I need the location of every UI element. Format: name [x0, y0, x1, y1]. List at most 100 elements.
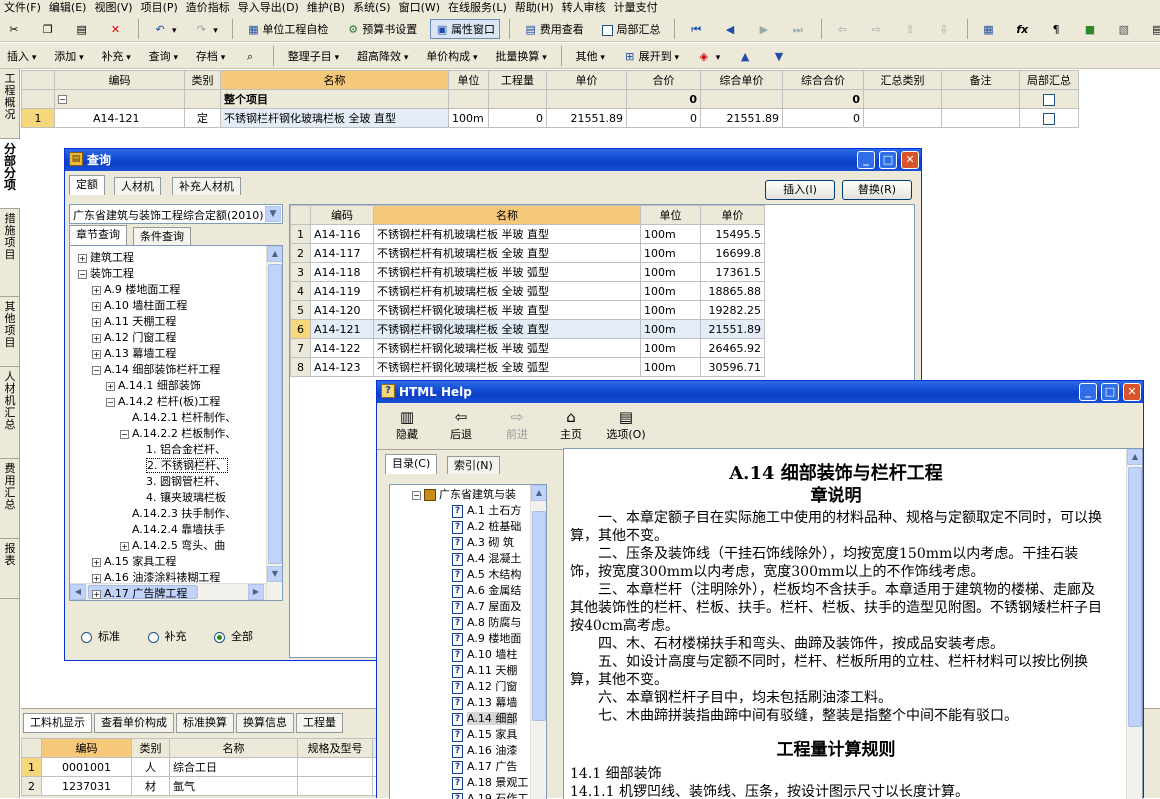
- tab-contents[interactable]: 目录(C): [385, 454, 437, 474]
- tree-node[interactable]: −A.14.2.2 栏板制作、: [120, 426, 236, 442]
- tree-node[interactable]: −装饰工程: [78, 266, 134, 282]
- table-row[interactable]: 1 A14-121 定 不锈钢栏杆钢化玻璃栏板 全玻 直型 100m 0 215…: [22, 109, 1079, 128]
- tree-node[interactable]: +A.14.2.5 弯头、曲: [120, 538, 225, 554]
- toc-item[interactable]: ?A.11 天棚: [452, 663, 532, 679]
- find-button[interactable]: ⌕: [238, 46, 264, 66]
- toc-item[interactable]: ?A.2 桩基础: [452, 519, 532, 535]
- undo-button[interactable]: ↶: [148, 19, 181, 39]
- move-up-button[interactable]: ⇧: [898, 19, 924, 39]
- row-down-button[interactable]: ▼: [767, 46, 793, 66]
- image-button[interactable]: ▧: [1112, 19, 1138, 39]
- help-titlebar[interactable]: ? HTML Help _ □ ✕: [377, 381, 1143, 403]
- batch-convert-menu[interactable]: 批量换算: [490, 46, 551, 66]
- col-comp-price[interactable]: 综合单价: [701, 71, 783, 90]
- expand-to-menu[interactable]: ⊞展开到: [618, 46, 684, 66]
- tree-node[interactable]: +A.12 门窗工程: [92, 330, 176, 346]
- tree-scrollbar[interactable]: ▲ ▼: [266, 246, 282, 600]
- report-button[interactable]: ▤: [1146, 19, 1160, 39]
- scroll-thumb[interactable]: [268, 264, 282, 564]
- collapse-icon[interactable]: −: [92, 366, 101, 375]
- col-total[interactable]: 合价: [627, 71, 701, 90]
- col-qty[interactable]: 工程量: [489, 71, 547, 90]
- col-name[interactable]: 名称: [221, 71, 449, 90]
- table-row[interactable]: 1 0001001 人 综合工日 工日: [22, 758, 422, 777]
- tab-index[interactable]: 索引(N): [447, 456, 500, 474]
- super-height-menu[interactable]: 超高降效: [352, 46, 413, 66]
- radio-all[interactable]: 全部: [214, 630, 253, 643]
- tree-node[interactable]: 2. 不锈钢栏杆、: [134, 458, 228, 474]
- calc-button[interactable]: ▦: [976, 19, 1002, 39]
- left-tab[interactable]: 报表: [0, 539, 20, 599]
- expand-icon[interactable]: +: [78, 254, 87, 263]
- menu-item[interactable]: 造价指标: [182, 1, 234, 16]
- table-row[interactable]: 6A14-121不锈钢栏杆钢化玻璃栏板 全玻 直型100m21551.89: [291, 320, 765, 339]
- organize-menu[interactable]: 整理子目: [283, 46, 344, 66]
- scroll-down-icon[interactable]: ▼: [267, 566, 283, 582]
- col-comp-total[interactable]: 综合合价: [783, 71, 864, 90]
- local-summary-checkbox[interactable]: [1043, 113, 1055, 125]
- last-button[interactable]: ⏭: [786, 19, 812, 39]
- left-tab[interactable]: 其他项目: [0, 297, 20, 367]
- fill-color-button[interactable]: ◈: [692, 46, 725, 66]
- content-scrollbar[interactable]: ▲: [1126, 449, 1142, 799]
- redo-button[interactable]: ↷: [189, 19, 222, 39]
- copy-button[interactable]: ❐: [36, 19, 62, 39]
- scroll-thumb[interactable]: [1128, 467, 1142, 727]
- query-titlebar[interactable]: ▤ 查询 _ □ ✕: [65, 149, 921, 171]
- prev-button[interactable]: ◀: [718, 19, 744, 39]
- local-summary-checkbox[interactable]: [1043, 94, 1055, 106]
- scroll-thumb[interactable]: [532, 511, 546, 721]
- minimize-button[interactable]: _: [857, 151, 875, 169]
- expand-icon[interactable]: +: [106, 382, 115, 391]
- toc-item[interactable]: ?A.14 细部: [452, 711, 532, 727]
- collapse-icon[interactable]: −: [412, 491, 421, 500]
- local-summary-toggle[interactable]: 局部汇总: [597, 19, 666, 39]
- tree-node[interactable]: −A.14 细部装饰栏杆工程: [92, 362, 220, 378]
- col-remark[interactable]: 备注: [942, 71, 1020, 90]
- tree-node[interactable]: A.14.2.3 扶手制作、: [120, 506, 236, 522]
- scroll-up-icon[interactable]: ▲: [531, 485, 547, 501]
- bottom-tab[interactable]: 工程量: [296, 713, 343, 733]
- collapse-icon[interactable]: −: [78, 270, 87, 279]
- formula-button[interactable]: fx: [1010, 19, 1036, 39]
- toc-item[interactable]: ?A.6 金属结: [452, 583, 532, 599]
- collapse-icon[interactable]: −: [106, 398, 115, 407]
- fee-view-button[interactable]: ▤费用查看: [519, 19, 589, 39]
- toc-item[interactable]: ?A.3 砌 筑: [452, 535, 532, 551]
- tree-node[interactable]: +A.16 油漆涂料裱糊工程: [92, 570, 220, 586]
- cut-button[interactable]: ✂: [2, 19, 28, 39]
- expand-icon[interactable]: +: [92, 318, 101, 327]
- insert-menu[interactable]: 插入: [2, 46, 41, 66]
- left-tab[interactable]: 费用汇总: [0, 459, 20, 539]
- expand-icon[interactable]: +: [92, 302, 101, 311]
- tree-node[interactable]: −A.14.2 栏杆(板)工程: [106, 394, 220, 410]
- first-button[interactable]: ⏮: [684, 19, 710, 39]
- move-right-button[interactable]: ⇨: [864, 19, 890, 39]
- unit-check-button[interactable]: ▦单位工程自检: [241, 19, 333, 39]
- toc-item[interactable]: ?A.8 防腐与: [452, 615, 532, 631]
- property-window-button[interactable]: ▣属性窗口: [430, 19, 500, 39]
- scroll-up-icon[interactable]: ▲: [1127, 449, 1143, 465]
- close-button[interactable]: ✕: [1123, 383, 1141, 401]
- table-row[interactable]: 3A14-118不锈钢栏杆有机玻璃栏板 半玻 弧型100m17361.5: [291, 263, 765, 282]
- radio-supplement[interactable]: 补充: [148, 630, 187, 643]
- toc-item[interactable]: ?A.18 景观工: [452, 775, 532, 791]
- toc-item[interactable]: ?A.12 门窗: [452, 679, 532, 695]
- collapse-icon[interactable]: −: [120, 430, 129, 439]
- tree-node[interactable]: +A.9 楼地面工程: [92, 282, 180, 298]
- tree-node[interactable]: +A.13 幕墙工程: [92, 346, 176, 362]
- cube-button[interactable]: ■: [1078, 19, 1104, 39]
- bottom-tab[interactable]: 查看单价构成: [94, 713, 174, 733]
- supplement-menu[interactable]: 补充: [96, 46, 135, 66]
- col-unit[interactable]: 单位: [449, 71, 489, 90]
- paragraph-button[interactable]: ¶: [1044, 19, 1070, 39]
- toc-item[interactable]: ?A.9 楼地面: [452, 631, 532, 647]
- expand-icon[interactable]: +: [120, 542, 129, 551]
- local-summary-checkbox[interactable]: [602, 25, 613, 36]
- toc-root[interactable]: −广东省建筑与装: [412, 487, 516, 503]
- toc-item[interactable]: ?A.4 混凝土: [452, 551, 532, 567]
- tab-condition-query[interactable]: 条件查询: [133, 227, 191, 245]
- collapse-icon[interactable]: −: [58, 95, 67, 104]
- menu-item[interactable]: 维护(B): [303, 1, 349, 16]
- expand-icon[interactable]: +: [92, 286, 101, 295]
